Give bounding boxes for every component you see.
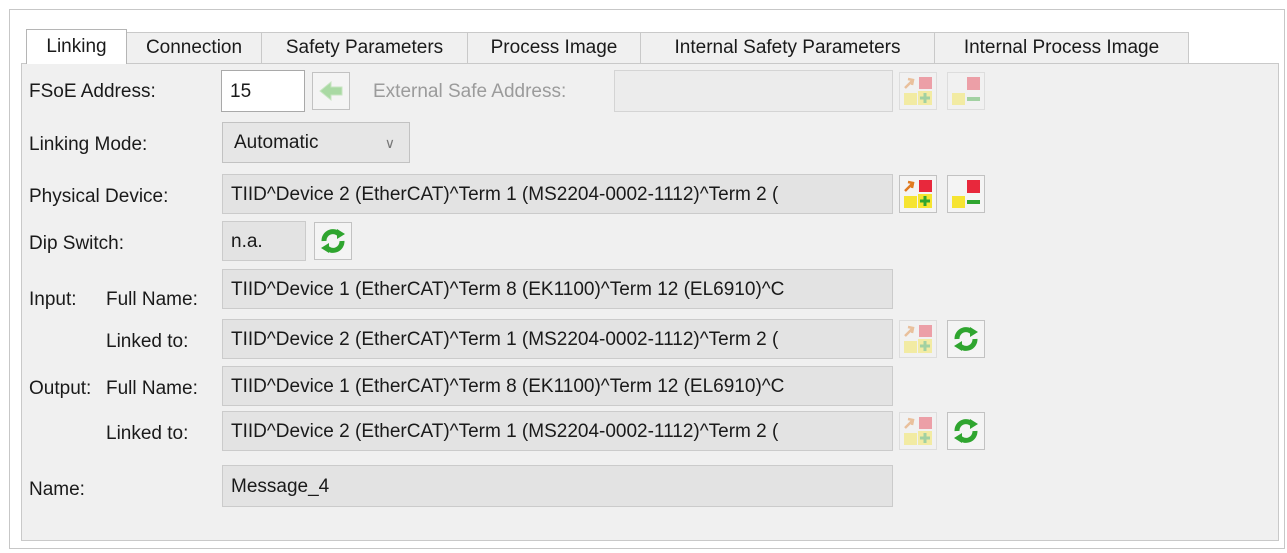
link-device-icon <box>904 325 932 353</box>
refresh-output-link-button[interactable] <box>947 412 985 450</box>
link-device-icon <box>904 77 932 105</box>
output-full-name-field: TIID^Device 1 (EtherCAT)^Term 8 (EK1100)… <box>222 366 893 406</box>
tab-connection[interactable]: Connection <box>126 32 262 63</box>
unlink-external-button[interactable] <box>947 72 985 110</box>
external-safe-address-field[interactable] <box>614 70 893 112</box>
dip-switch-label: Dip Switch: <box>29 233 125 254</box>
name-field[interactable]: Message_4 <box>222 465 893 507</box>
output-linked-to-label: Linked to: <box>106 423 189 444</box>
tab-internal-process-image[interactable]: Internal Process Image <box>934 32 1189 63</box>
apply-address-button[interactable] <box>312 72 350 110</box>
link-output-button[interactable] <box>899 412 937 450</box>
link-input-button[interactable] <box>899 320 937 358</box>
tab-internal-safety-parameters[interactable]: Internal Safety Parameters <box>640 32 935 63</box>
input-linked-to-field[interactable]: TIID^Device 2 (EtherCAT)^Term 1 (MS2204-… <box>222 319 893 359</box>
unlink-device-icon <box>952 77 980 105</box>
input-full-name-field: TIID^Device 1 (EtherCAT)^Term 8 (EK1100)… <box>222 269 893 309</box>
unlink-physical-device-button[interactable] <box>947 175 985 213</box>
refresh-icon <box>321 229 345 253</box>
tab-linking[interactable]: Linking <box>26 29 127 64</box>
input-section-label: Input: <box>29 289 77 310</box>
linking-mode-value: Automatic <box>234 132 319 153</box>
output-full-name-label: Full Name: <box>106 378 198 399</box>
link-device-icon <box>904 180 932 208</box>
external-safe-address-label: External Safe Address: <box>373 81 567 102</box>
unlink-device-icon <box>952 180 980 208</box>
fsoe-address-field[interactable]: 15 <box>221 70 305 112</box>
dip-switch-field: n.a. <box>222 221 306 261</box>
refresh-icon <box>954 327 978 351</box>
linking-mode-select[interactable]: Automatic ∨ <box>222 122 410 163</box>
linking-mode-label: Linking Mode: <box>29 134 148 155</box>
input-full-name-label: Full Name: <box>106 289 198 310</box>
output-linked-to-field[interactable]: TIID^Device 2 (EtherCAT)^Term 1 (MS2204-… <box>222 411 893 451</box>
fsoe-address-label: FSoE Address: <box>29 81 156 102</box>
link-device-icon <box>904 417 932 445</box>
refresh-dip-switch-button[interactable] <box>314 222 352 260</box>
refresh-input-link-button[interactable] <box>947 320 985 358</box>
physical-device-label: Physical Device: <box>29 186 169 207</box>
left-arrow-icon <box>319 80 343 102</box>
tab-process-image[interactable]: Process Image <box>467 32 641 63</box>
chevron-down-icon: ∨ <box>384 135 395 151</box>
physical-device-field[interactable]: TIID^Device 2 (EtherCAT)^Term 1 (MS2204-… <box>222 174 893 214</box>
output-section-label: Output: <box>29 378 92 399</box>
refresh-icon <box>954 419 978 443</box>
tab-safety-parameters[interactable]: Safety Parameters <box>261 32 468 63</box>
link-external-button[interactable] <box>899 72 937 110</box>
name-label: Name: <box>29 479 85 500</box>
input-linked-to-label: Linked to: <box>106 331 189 352</box>
link-physical-device-button[interactable] <box>899 175 937 213</box>
